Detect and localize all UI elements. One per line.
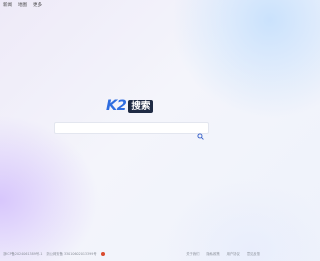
footer-legal: 浙ICP备2024061389号-1 浙公网安备 33010602013399号 xyxy=(3,251,105,257)
site-logo: K2 搜索 xyxy=(106,98,154,114)
nav-link-more[interactable]: 更多 xyxy=(33,3,42,9)
nav-link-news[interactable]: 新闻 xyxy=(3,3,12,9)
search-icon[interactable] xyxy=(197,125,204,140)
search-input[interactable] xyxy=(57,123,195,133)
icp-link[interactable]: 浙ICP备2024061389号-1 xyxy=(3,251,42,257)
footer-link-privacy[interactable]: 隐私政策 xyxy=(206,251,219,257)
police-badge-icon xyxy=(100,252,105,256)
top-nav: 新闻 地图 更多 xyxy=(3,3,42,9)
footer: 浙ICP备2024061389号-1 浙公网安备 33010602013399号… xyxy=(3,251,260,257)
nav-link-maps[interactable]: 地图 xyxy=(18,3,27,9)
logo-brand: K2 xyxy=(106,98,127,114)
police-record-link[interactable]: 浙公网安备 33010602013399号 xyxy=(46,251,96,257)
footer-links: 关于我们 隐私政策 用户协议 意见反馈 xyxy=(186,251,260,257)
footer-link-terms[interactable]: 用户协议 xyxy=(227,251,240,257)
search-box xyxy=(54,122,209,140)
logo-text: 搜索 xyxy=(128,99,154,113)
footer-link-about[interactable]: 关于我们 xyxy=(186,251,199,257)
footer-link-feedback[interactable]: 意见反馈 xyxy=(247,251,260,257)
